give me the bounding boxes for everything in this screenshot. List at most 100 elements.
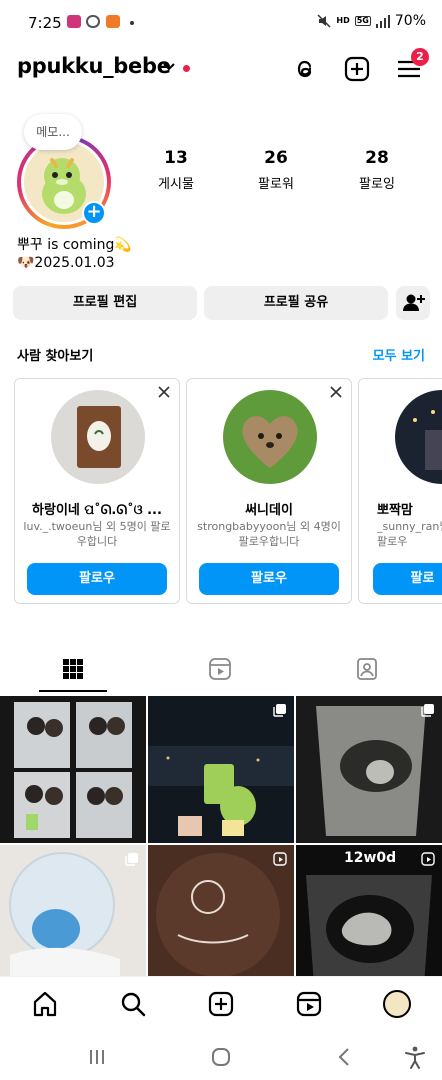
suggestion-name: 하랑이네 ପ˚ᘏ.ᘏ˚ଓ ... — [32, 503, 162, 518]
suggestion-card[interactable]: 써니데이 strongbabyyoon님 외 4명이 팔로우합니다 팔로우 — [186, 378, 352, 604]
photobooth-photo — [0, 696, 146, 843]
ultrasound-scan-photo — [296, 845, 442, 992]
post-thumbnail[interactable]: 12w0d — [296, 845, 442, 992]
night-photo — [395, 390, 442, 484]
create-icon — [208, 991, 234, 1017]
battery-level: 70% — [394, 13, 426, 29]
nav-profile[interactable] — [352, 977, 440, 1033]
followers-count[interactable]: 26 팔로워 — [236, 148, 316, 192]
accessibility-icon[interactable] — [402, 1044, 428, 1070]
post-thumbnail[interactable] — [0, 696, 146, 843]
suggestion-mutuals: strongbabyyoon님 외 4명이 팔로우합니다 — [197, 520, 341, 548]
search-icon — [121, 992, 146, 1017]
status-bar: 7:25 HD 5G 70% — [0, 0, 442, 44]
suggestion-name: 뽀짝맘 — [377, 503, 413, 518]
follow-button[interactable]: 팔로우 — [199, 563, 339, 595]
discover-people-button[interactable] — [396, 286, 430, 320]
book-photo — [51, 390, 145, 484]
note-bubble[interactable]: 메모... — [24, 114, 82, 150]
post-thumbnail[interactable] — [148, 845, 294, 992]
hd-voice-indicator: HD — [336, 16, 350, 25]
bio-line: 뿌꾸 is coming💫 — [17, 237, 132, 253]
night-city-photo — [148, 696, 294, 843]
multiple-photos-icon — [421, 704, 434, 717]
tab-posts-grid[interactable] — [0, 648, 147, 692]
quokka-photo — [223, 390, 317, 484]
network-type-badge: 5G — [354, 16, 371, 26]
followers-count-value: 26 — [264, 148, 288, 168]
ultrasound-photo — [296, 696, 442, 843]
username-switcher[interactable]: ppukku_bebe — [17, 54, 171, 78]
posts-count-value: 13 — [164, 148, 188, 168]
balloon-gift-photo — [0, 845, 146, 992]
following-count[interactable]: 28 팔로잉 — [337, 148, 417, 192]
following-count-label: 팔로잉 — [359, 177, 395, 192]
post-thumbnail[interactable] — [148, 696, 294, 843]
post-overlay-text: 12w0d — [344, 850, 397, 866]
share-profile-button[interactable]: 프로필 공유 — [204, 286, 388, 320]
close-icon[interactable] — [157, 385, 171, 399]
home-button-icon[interactable] — [208, 1044, 234, 1070]
discover-people-title: 사람 찾아보기 — [17, 349, 94, 364]
nav-reels[interactable] — [264, 977, 352, 1033]
cake-drawing-photo — [148, 845, 294, 992]
suggestion-avatar — [395, 390, 442, 484]
reels-icon — [296, 991, 322, 1017]
recent-apps-icon[interactable] — [84, 1044, 110, 1070]
follow-button[interactable]: 팔로우 — [27, 563, 167, 595]
suggestion-mutuals: luv._.twoeun님 외 5명이 팔로우합니다 — [23, 520, 171, 548]
reel-icon — [421, 852, 435, 866]
mute-icon — [317, 14, 331, 28]
nav-create[interactable] — [176, 977, 264, 1033]
reels-icon — [209, 658, 231, 680]
threads-icon[interactable] — [291, 55, 319, 83]
home-icon — [33, 991, 57, 1017]
suggestion-mutuals: _sunny_ran님 외 팔로우 — [377, 520, 442, 548]
follow-button[interactable]: 팔로 — [373, 563, 442, 595]
notification-app-icon — [106, 15, 120, 28]
notification-app-icon — [67, 15, 81, 28]
followers-count-label: 팔로워 — [258, 177, 294, 192]
profile-header: ppukku_bebe 2 — [0, 48, 442, 92]
profile-tabs — [0, 648, 442, 692]
notification-count-badge: 2 — [411, 48, 429, 66]
tab-reels[interactable] — [147, 648, 294, 692]
signal-icon — [375, 14, 390, 28]
posts-grid: 12w0d — [0, 696, 442, 992]
new-activity-dot — [183, 65, 190, 72]
see-all-link[interactable]: 모두 보기 — [373, 345, 425, 364]
profile-avatar-small — [383, 990, 411, 1018]
back-icon[interactable] — [332, 1044, 358, 1070]
suggestion-card[interactable]: 뽀짝맘 _sunny_ran님 외 팔로우 팔로 — [358, 378, 442, 604]
suggestion-card[interactable]: 하랑이네 ପ˚ᘏ.ᘏ˚ଓ ... luv._.twoeun님 외 5명이 팔로우… — [14, 378, 180, 604]
nav-search[interactable] — [88, 977, 176, 1033]
multiple-photos-icon — [125, 853, 138, 866]
bottom-navigation — [0, 976, 442, 1032]
chevron-down-icon[interactable] — [162, 60, 176, 74]
close-icon[interactable] — [329, 385, 343, 399]
nav-home[interactable] — [0, 977, 88, 1033]
create-post-icon[interactable] — [343, 55, 371, 83]
reel-icon — [273, 852, 287, 866]
posts-count[interactable]: 13 게시물 — [136, 148, 216, 192]
post-thumbnail[interactable] — [296, 696, 442, 843]
add-person-icon — [403, 294, 425, 311]
post-thumbnail[interactable] — [0, 845, 146, 992]
tagged-icon — [357, 658, 377, 680]
status-time: 7:25 — [28, 14, 62, 32]
system-navigation-bar — [0, 1032, 442, 1080]
add-story-button[interactable]: + — [82, 201, 106, 225]
suggestion-avatar — [51, 390, 145, 484]
bio-line: 🐶2025.01.03 — [17, 255, 115, 271]
tab-tagged[interactable] — [294, 648, 441, 692]
active-tab-indicator — [39, 690, 107, 692]
posts-count-label: 게시물 — [158, 177, 194, 192]
status-indicators: HD 5G 70% — [317, 13, 426, 29]
following-count-value: 28 — [365, 148, 389, 168]
suggestion-name: 써니데이 — [245, 503, 293, 518]
suggestion-avatar — [223, 390, 317, 484]
edit-profile-button[interactable]: 프로필 편집 — [13, 286, 197, 320]
multiple-photos-icon — [273, 704, 286, 717]
grid-icon — [63, 659, 83, 679]
notification-app-icon — [86, 15, 100, 28]
